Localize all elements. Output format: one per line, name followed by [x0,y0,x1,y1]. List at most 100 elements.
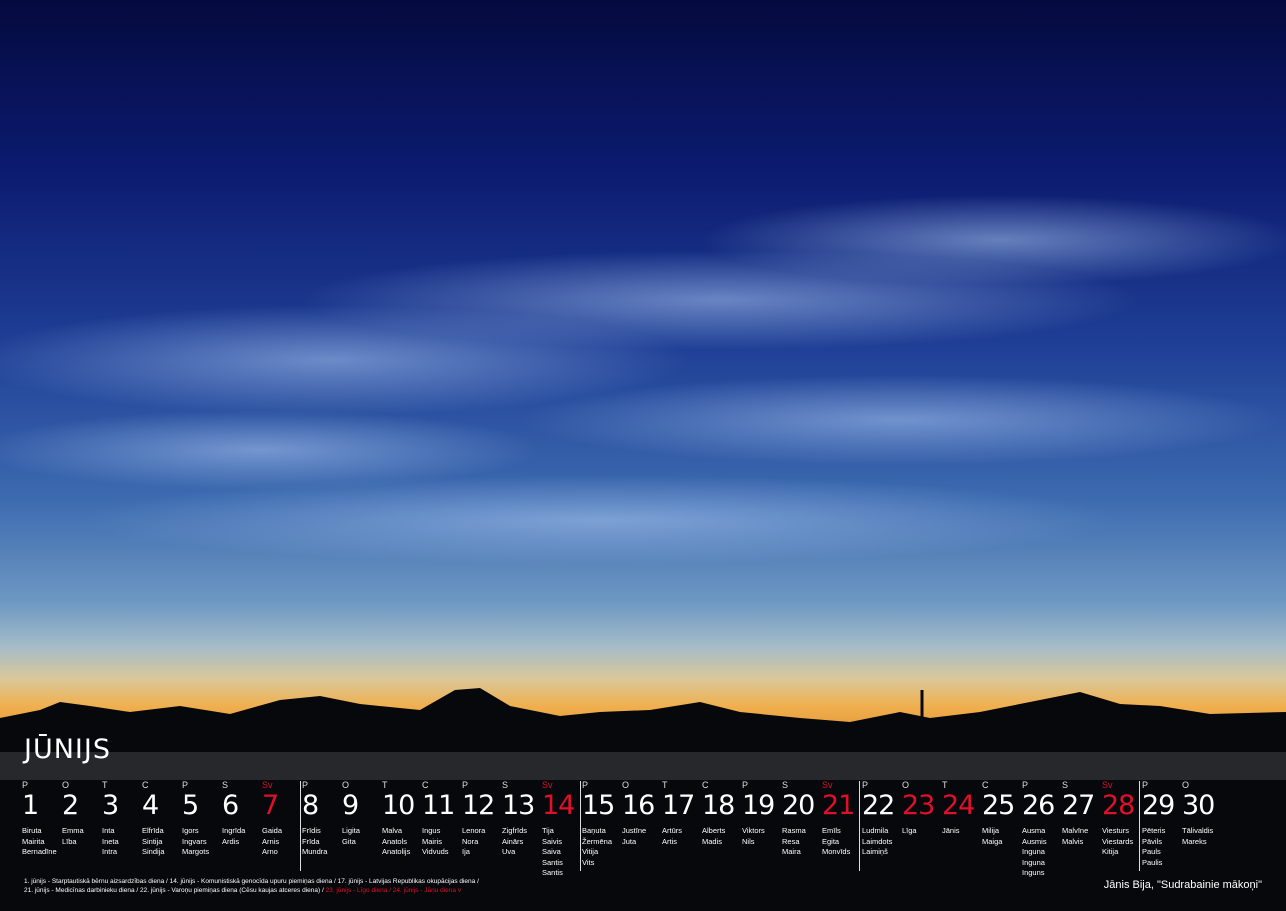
name-day: Inta [102,826,115,835]
day-number: 20 [782,790,815,821]
name-days: Ausma Ausmis Inguna Inguna Inguns [1022,826,1062,879]
name-day: Paulis [1142,857,1163,867]
name-day: Mairis [422,836,442,846]
name-day: Nils [742,836,755,846]
name-day: Maiga [982,836,1003,846]
day-cell: S 6 Ingrīda Ardis [222,779,262,847]
name-day: Mareks [1182,836,1207,846]
name-days: Elfrīda Sintija Sindija [142,826,182,858]
day-cell: O 30 Tālivaldis Mareks [1182,779,1222,847]
name-day: Margots [182,847,210,856]
name-day: Ligita [342,826,360,835]
name-days: Viesturs Viestards Kitija [1102,826,1142,858]
name-days: Viktors Nils [742,826,782,847]
day-number: 19 [742,790,775,821]
name-day: Ausma [1022,826,1046,835]
day-cell: O 16 Justīne Juta [622,779,662,847]
day-cell: S 13 Zigfrīds Ainārs Uva [502,779,542,858]
day-number: 9 [342,790,359,821]
day-cell: Sv 14 Tija Saivis Saiva Santis Santis [542,779,582,879]
name-days: Igors Ingvars Margots [182,826,222,858]
day-number: 27 [1062,790,1095,821]
day-number: 23 [902,790,935,821]
name-day: Līga [902,826,917,835]
name-days: Ingrīda Ardis [222,826,262,847]
day-cell: O 23 Līga [902,779,942,837]
name-day: Biruta [22,826,42,835]
name-days: Zigfrīds Ainārs Uva [502,826,542,858]
name-days: Pēteris Pāvils Pauls Paulis [1142,826,1182,868]
name-day: Egita [822,836,840,846]
name-day: Artis [662,836,677,846]
name-day: Nora [462,836,479,846]
name-days: Lenora Nora Ija [462,826,502,858]
name-day: Viestards [1102,836,1134,846]
name-day: Milija [982,826,1000,835]
name-day: Lenora [462,826,486,835]
calendar-strip: P 1 Biruta Mairita Bernadīne O 2 Emma Lība T 3 Inta… [22,779,1272,879]
name-days: Malva Anatols Anatolijs [382,826,422,858]
name-day: Lība [62,836,77,846]
name-day: Bernadīne [22,847,57,856]
name-days: Ludmila Laimdots Laimiņš [862,826,902,858]
name-days: Milija Maiga [982,826,1022,847]
name-day: Saivis [542,836,563,846]
day-cell: P 19 Viktors Nils [742,779,782,847]
name-day: Vits [582,857,595,867]
name-day: Gita [342,836,356,846]
name-days: Tālivaldis Mareks [1182,826,1222,847]
name-day: Arnis [262,836,280,846]
name-days: Līga [902,826,942,837]
name-day: Anatolijs [382,847,411,856]
day-cell: C 11 Ingus Mairis Vidvuds [422,779,462,858]
day-number: 10 [382,790,415,821]
name-day: Igors [182,826,199,835]
name-days: Emīls Egita Monvīds [822,826,862,858]
name-days: Malvīne Malvis [1062,826,1102,847]
day-number: 12 [462,790,495,821]
name-day: Jānis [942,826,960,835]
name-days: Baņuta Žermēna Vitija Vits [582,826,622,868]
day-cell: P 8 Frīdis Frīda Mundra [302,779,342,858]
name-days: Biruta Mairita Bernadīne [22,826,62,858]
name-day: Madis [702,836,723,846]
photo-credit: Jānis Bija, "Sudrabainie mākoņi" [1103,879,1262,891]
noctilucent-clouds-photo [0,0,1286,911]
name-day: Mairita [22,836,45,846]
holidays-line-2-red: 23. jūnijs - Līgo diena / 24. jūnijs - J… [323,887,462,894]
day-number: 26 [1022,790,1055,821]
name-day: Inguna [1022,847,1045,856]
name-day: Inguna [1022,857,1045,867]
day-number: 30 [1182,790,1215,821]
name-day: Malvis [1062,836,1084,846]
day-cell: S 20 Rasma Resa Maira [782,779,822,858]
day-number: 13 [502,790,535,821]
day-number: 21 [822,790,855,821]
name-day: Ainārs [502,836,524,846]
name-day: Intra [102,847,118,856]
day-cell: T 24 Jānis [942,779,982,837]
day-number: 24 [942,790,975,821]
month-title: JŪNIJS [24,734,111,765]
holidays-line-2: 21. jūnijs - Medicīnas darbinieku diena … [24,886,544,895]
name-day: Malvīne [1062,826,1089,835]
day-cell: Sv 21 Emīls Egita Monvīds [822,779,862,858]
name-day: Malva [382,826,403,835]
day-cell: T 17 Artūrs Artis [662,779,702,847]
holidays-line-1: 1. jūnijs - Starptautiskā bērnu aizsardz… [24,878,479,885]
name-day: Rasma [782,826,806,835]
day-cell: P 5 Igors Ingvars Margots [182,779,222,858]
name-day: Viktors [742,826,765,835]
day-cell: O 2 Emma Lība [62,779,102,847]
day-cell: C 25 Milija Maiga [982,779,1022,847]
day-cell: P 26 Ausma Ausmis Inguna Inguna Inguns [1022,779,1062,879]
name-day: Inguns [1022,868,1045,877]
day-cell: P 29 Pēteris Pāvils Pauls Paulis [1142,779,1182,868]
day-number: 29 [1142,790,1175,821]
day-number: 15 [582,790,615,821]
day-number: 6 [222,790,239,821]
name-day: Ludmila [862,826,889,835]
name-day: Alberts [702,826,726,835]
name-day: Laimdots [862,836,893,846]
name-day: Tija [542,826,554,835]
